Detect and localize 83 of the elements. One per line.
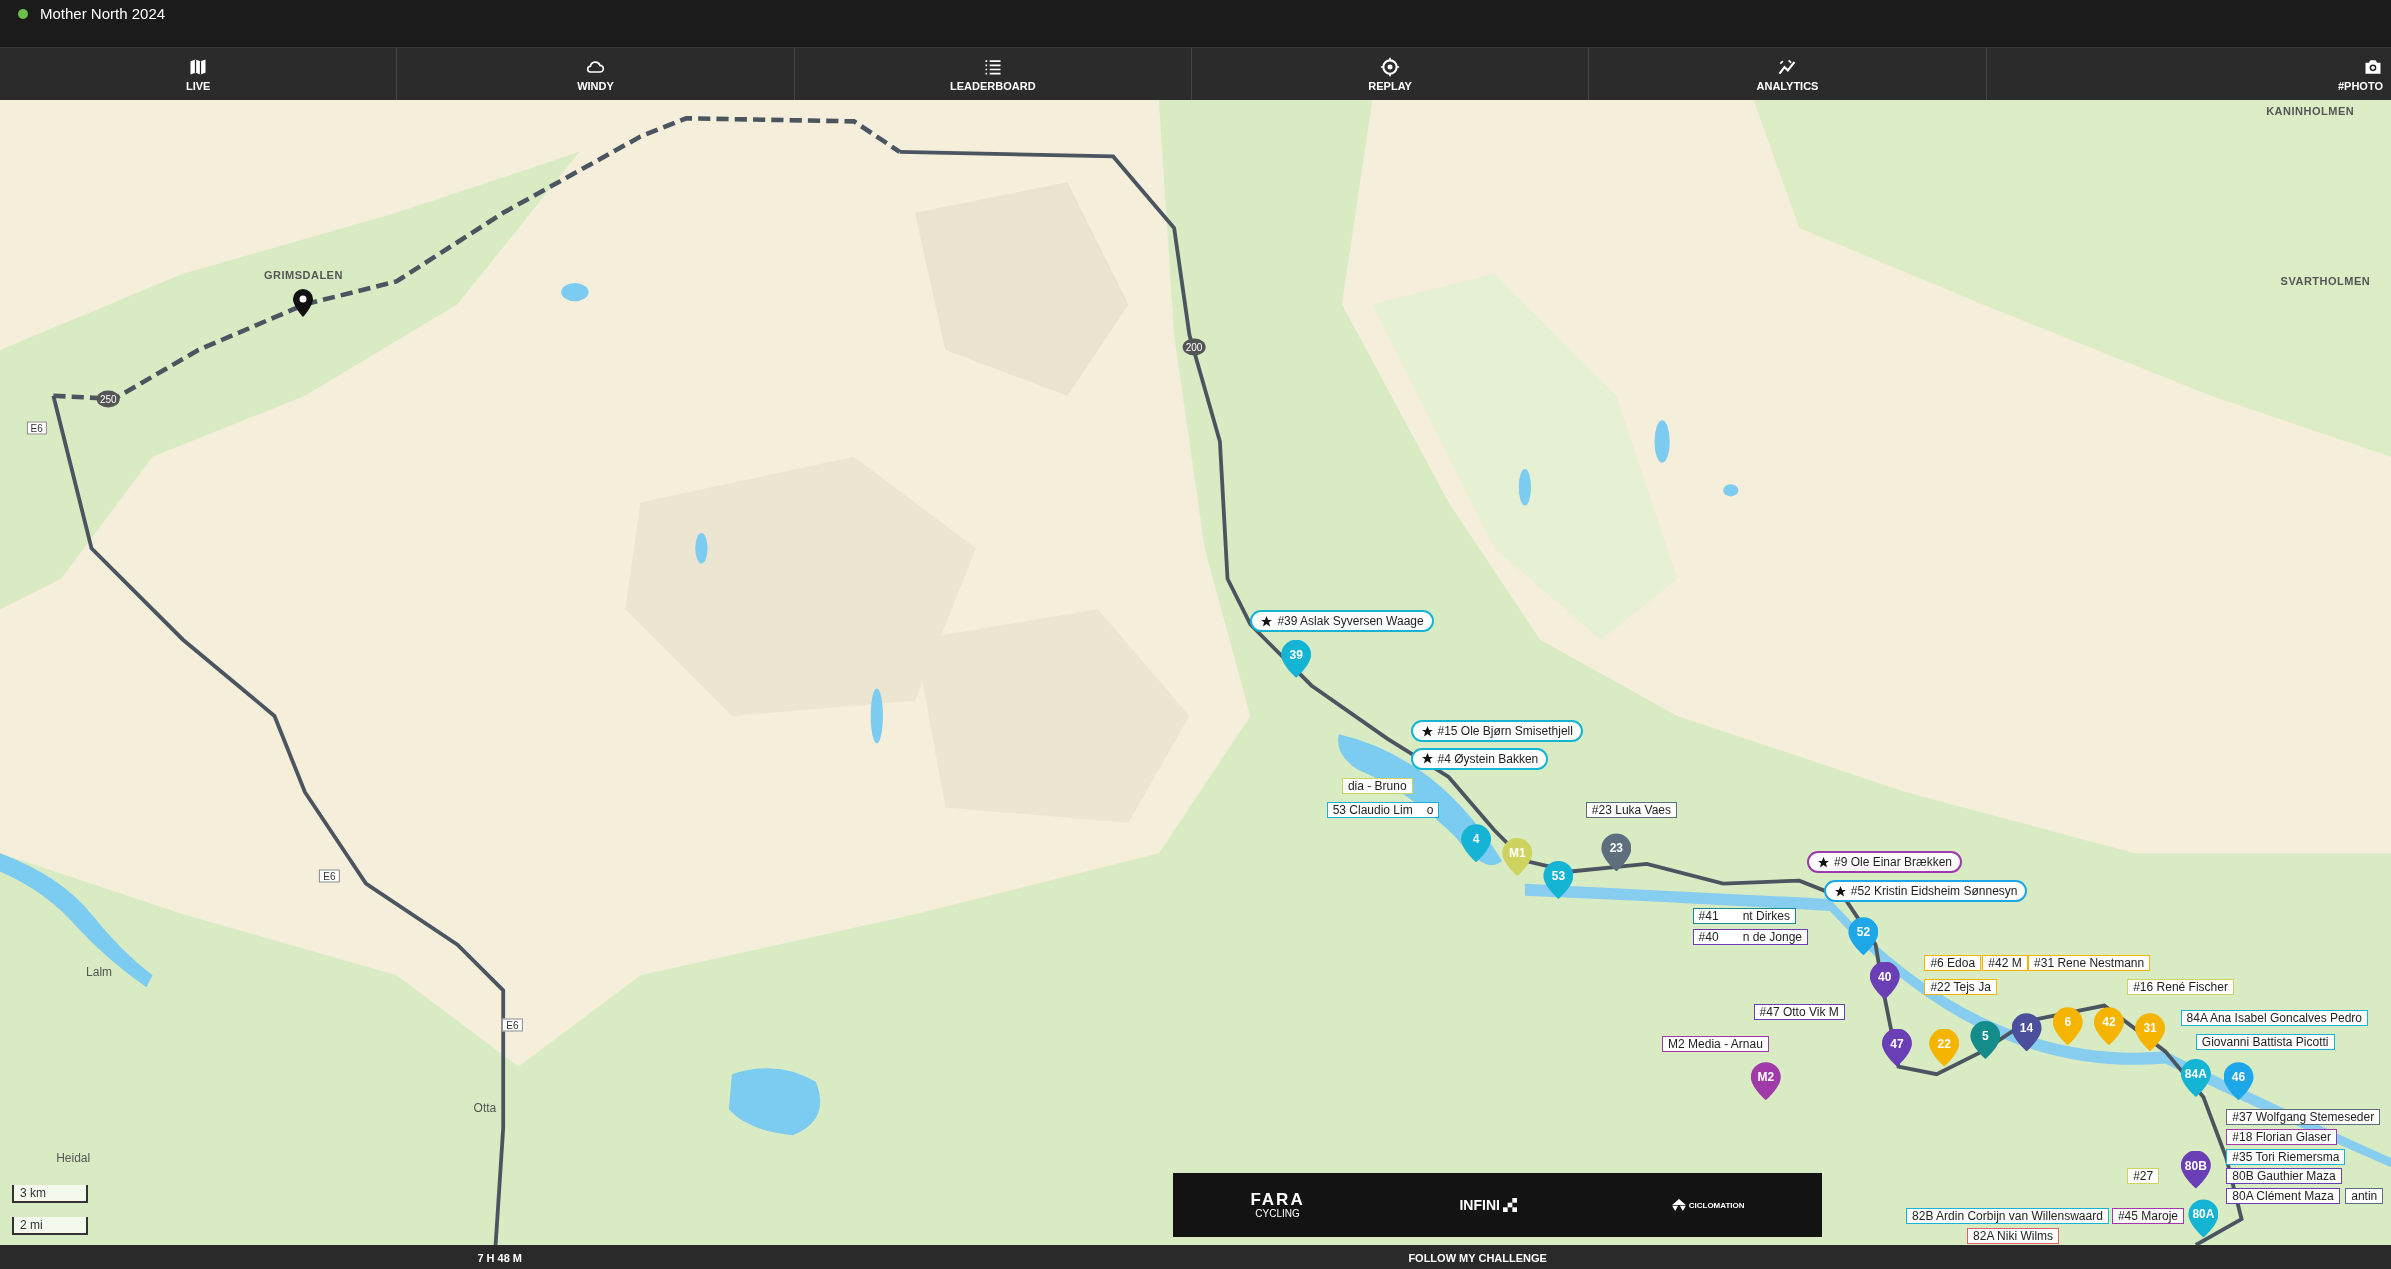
event-title: Mother North 2024 (40, 4, 166, 24)
rider-name: #22 Tejs Ja (1930, 980, 1991, 995)
rider-name: 80A Clément Maza (2232, 1189, 2334, 1204)
rider-name: #27 (2133, 1169, 2154, 1184)
rider-name: Giovanni Battista Picotti (2201, 1035, 2329, 1050)
rider-name: antin (2351, 1189, 2378, 1204)
live-status-icon (18, 9, 28, 19)
rider-name: nt Dirkes (1742, 908, 1790, 923)
place-name: GRIMSDALEN (263, 269, 343, 282)
target-icon (1380, 56, 1401, 77)
star-icon (1420, 752, 1434, 766)
rider-name: #45 Maroje (2117, 1209, 2178, 1224)
rider-name: #18 Florian Glaser (2232, 1129, 2332, 1144)
rider-name: #6 Edoa (1930, 955, 1976, 970)
lake (870, 688, 883, 744)
rider-label[interactable]: #23 Luka Vaes (1585, 802, 1678, 819)
follow-link[interactable]: FOLLOW MY CHALLENGE (1408, 1252, 1547, 1264)
road-number: E6 (26, 421, 47, 435)
lake (1518, 468, 1531, 506)
star-icon (1420, 724, 1434, 738)
rider-name: #41 (1698, 908, 1719, 923)
rider-label[interactable]: dia - Bruno (1341, 778, 1413, 795)
rider-label[interactable]: #52 Kristin Eidsheim Sønnesyn (1823, 880, 2028, 903)
rider-name: o (1426, 803, 1434, 818)
place-name: Heidal (56, 1151, 91, 1166)
lake (695, 533, 708, 564)
rider-label[interactable]: 53 Claudio Lim o (1326, 802, 1440, 819)
checker-squares-icon (1502, 1198, 1517, 1212)
triangles-icon (1671, 1199, 1686, 1211)
rider-label[interactable]: #27 (2127, 1168, 2160, 1185)
rider-label[interactable]: #22 Tejs Ja (1924, 979, 1997, 996)
rider-name: #4 Øystein Bakken (1437, 751, 1539, 766)
place-name: Otta (473, 1100, 497, 1115)
rider-name: #15 Ole Bjørn Smisethjell (1437, 724, 1573, 739)
place-name: KANINHOLMEN (2266, 104, 2355, 117)
map-marker-icon (293, 289, 314, 318)
road-number: E6 (502, 1018, 523, 1032)
sponsor-logo-text: CICLOMATION (1688, 1200, 1745, 1210)
road-number: E6 (319, 869, 340, 883)
lake (561, 282, 589, 302)
star-icon (1816, 855, 1830, 869)
rider-label[interactable]: 80B Gauthier Maza (2226, 1168, 2342, 1185)
rider-name: #47 Otto Vik M (1759, 1004, 1839, 1019)
scale-bar: 2 mi (12, 1217, 88, 1235)
rider-name: #40 (1698, 930, 1719, 944)
rider-name: n de Jonge (1742, 930, 1802, 944)
lake (1654, 420, 1670, 463)
rider-name: #16 René Fischer (2133, 980, 2228, 995)
sponsor-logo-text: INFINI (1459, 1197, 1500, 1213)
rider-name: #9 Ole Einar Brækken (1833, 855, 1953, 870)
scale-bar: 3 km (12, 1185, 88, 1203)
rider-label[interactable]: #45 Maroje (2111, 1208, 2184, 1225)
rider-name: #52 Kristin Eidsheim Sønnesyn (1850, 884, 2018, 899)
rider-name: #39 Aslak Syversen Waage (1277, 614, 1424, 629)
rider-label[interactable]: #15 Ole Bjørn Smisethjell (1410, 720, 1583, 743)
rider-name: 53 Claudio Lim (1332, 803, 1413, 818)
star-icon (1260, 614, 1274, 628)
rider-name: 82B Ardin Corbijn van Willenswaard (1912, 1209, 2103, 1224)
lake (1723, 484, 1739, 497)
rider-name: #37 Wolfgang Stemeseder (2232, 1109, 2375, 1124)
rider-name: M2 Media - Arnau (1668, 1036, 1763, 1051)
rider-name: 80B Gauthier Maza (2232, 1169, 2336, 1184)
rider-name: #23 Luka Vaes (1591, 803, 1672, 818)
rider-label[interactable]: #40 n de Jonge (1692, 929, 1808, 945)
rider-label[interactable]: antin (2345, 1188, 2384, 1205)
sponsor-logo-text: FARA (1250, 1191, 1305, 1208)
place-name: SVARTHOLMEN (2280, 275, 2371, 288)
rider-name: 84A Ana Isabel Goncalves Pedro (2186, 1010, 2362, 1025)
sponsor-logo-text: CYCLING (1255, 1208, 1300, 1219)
rider-name: 82A Niki Wilms (1973, 1228, 2054, 1243)
rider-label[interactable]: 82B Ardin Corbijn van Willenswaard (1906, 1208, 2109, 1225)
star-icon (1833, 884, 1847, 898)
rider-label[interactable]: #39 Aslak Syversen Waage (1250, 610, 1434, 633)
rider-name: #35 Tori Riemersma (2232, 1149, 2340, 1164)
rider-label[interactable]: #9 Ole Einar Brækken (1806, 851, 1963, 874)
rider-name: #31 Rene Nestmann (2034, 955, 2145, 970)
rider-label[interactable]: Giovanni Battista Picotti (2195, 1034, 2335, 1051)
rider-name: dia - Bruno (1347, 779, 1407, 794)
place-name: Lalm (86, 965, 113, 980)
rider-label[interactable]: 80A Clément Maza (2226, 1188, 2340, 1205)
elapsed-time: 7 H 48 M (477, 1252, 523, 1264)
rider-label[interactable]: #16 René Fischer (2127, 979, 2234, 996)
rider-name: #42 M (1988, 955, 2022, 970)
